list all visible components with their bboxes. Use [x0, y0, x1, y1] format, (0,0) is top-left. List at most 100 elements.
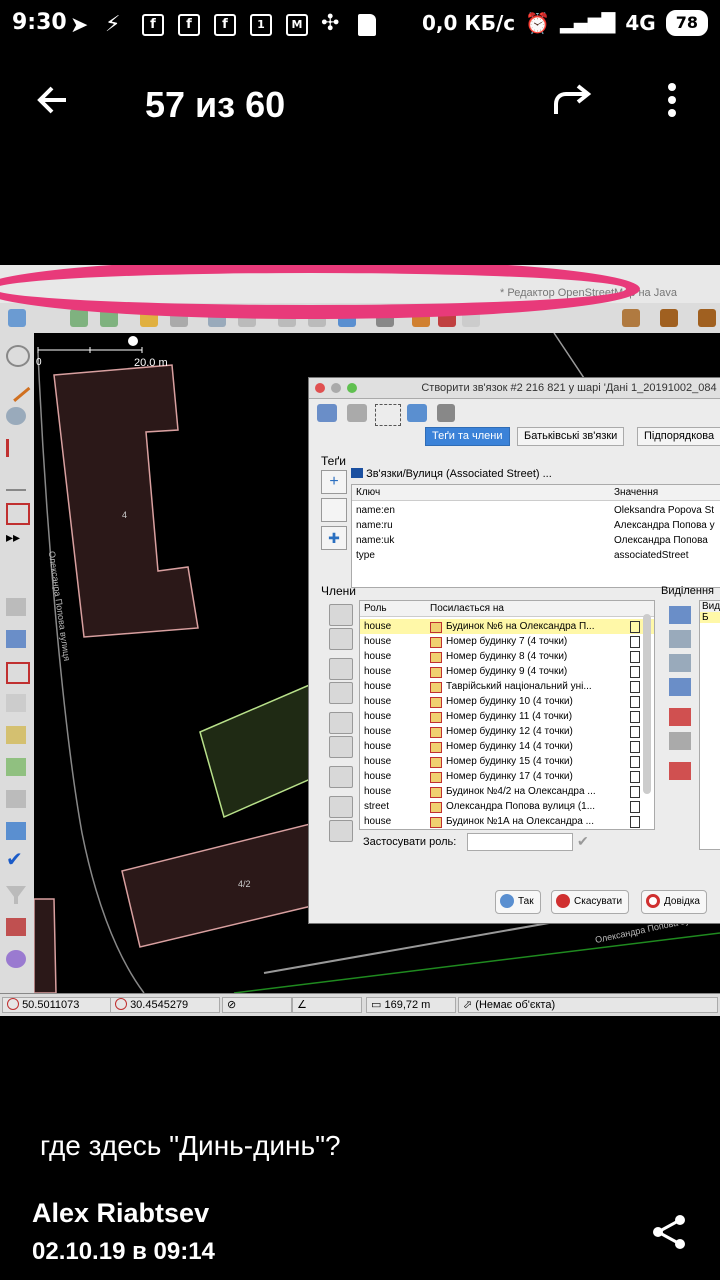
tab-child-relations[interactable]: Підпорядкова [637, 427, 720, 446]
close-icon[interactable] [315, 383, 325, 393]
table-row[interactable]: house Номер будинку 10 (4 точки) [360, 694, 654, 709]
forward-share-icon[interactable] [552, 82, 592, 128]
tags-table[interactable]: Ключ Значення name:en Oleksandra Popova S… [351, 484, 720, 588]
selection-item[interactable]: Б [700, 612, 720, 623]
back-arrow-icon[interactable] [36, 82, 72, 128]
table-row[interactable]: house Номер будинку 8 (4 точки) [360, 649, 654, 664]
cancel-button[interactable]: Скасувати [551, 890, 630, 914]
share-icon[interactable] [650, 1212, 690, 1252]
members-scrollbar[interactable] [643, 614, 651, 794]
table-row[interactable]: house Будинок №6 на Олександра П... [360, 619, 654, 634]
minimize-icon[interactable] [331, 383, 341, 393]
select-icon[interactable] [375, 404, 401, 426]
apply-icon[interactable] [347, 404, 367, 422]
relation-preset-icon [351, 468, 363, 478]
role-input[interactable] [467, 833, 573, 851]
add-tag-button[interactable]: + [321, 470, 347, 494]
paste-tags-button[interactable]: ✚ [321, 526, 347, 550]
tab-parent-relations[interactable]: Батьківські зв'язки [517, 427, 625, 446]
zoom-to-icon[interactable] [669, 762, 691, 780]
apply-role-check-icon[interactable]: ✔ [577, 833, 595, 849]
member-role: house [364, 651, 392, 662]
sort-button[interactable] [329, 712, 353, 734]
ok-button[interactable]: Так [495, 890, 541, 914]
remove-member-button[interactable] [329, 682, 353, 704]
filter-icon[interactable] [6, 886, 26, 904]
lasso-icon[interactable] [6, 345, 30, 367]
refresh-icon[interactable] [317, 404, 337, 422]
delete-icon[interactable] [437, 404, 455, 422]
edit-member-button[interactable] [329, 658, 353, 680]
add-selected-after-icon[interactable] [669, 654, 691, 672]
download-members-button[interactable] [329, 796, 353, 818]
author-name[interactable]: Alex Riabtsev [32, 1198, 209, 1229]
facebook-icon: f [178, 14, 200, 36]
member-reference: Номер будинку 17 (4 точки) [446, 771, 573, 782]
table-row[interactable]: name:uk Олександра Попова [352, 533, 720, 548]
table-row[interactable]: street Олександра Попова вулиця (1... [360, 799, 654, 814]
more-options-icon[interactable] [662, 82, 682, 118]
member-role: street [364, 801, 390, 812]
table-row[interactable]: house Будинок №1А на Олександра ... [360, 814, 654, 829]
table-row[interactable]: house Будинок №4/2 на Олександра ... [360, 784, 654, 799]
ruler-icon: ▭ [371, 999, 382, 1011]
status-time: 9:30 [12, 10, 67, 35]
check-icon[interactable]: ✔ [6, 850, 26, 870]
add-selected-before-icon[interactable] [669, 630, 691, 648]
expand-icon[interactable]: ▸▸ [6, 529, 26, 547]
reverse-button[interactable] [329, 766, 353, 788]
facebook-icon: f [142, 14, 164, 36]
selection-icon[interactable] [6, 694, 26, 712]
palette-icon[interactable] [6, 950, 26, 968]
draw-line-icon[interactable] [1, 373, 31, 402]
history-icon[interactable] [6, 758, 26, 776]
move-down-button[interactable] [329, 628, 353, 650]
validator-icon[interactable] [6, 726, 26, 744]
map-paint-icon[interactable] [6, 790, 26, 808]
table-row[interactable]: house Таврійський національний уні... [360, 679, 654, 694]
conflict-icon[interactable] [6, 822, 26, 840]
telegram-icon: ➤ [70, 13, 89, 38]
table-row[interactable]: house Номер будинку 17 (4 точки) [360, 769, 654, 784]
help-button[interactable]: Довідка [641, 890, 707, 914]
select-members-icon[interactable] [669, 708, 691, 726]
table-row[interactable]: house Номер будинку 14 (4 точки) [360, 739, 654, 754]
photo-content[interactable]: * Редактор OpenStreetMap на Java ▸▸ ✔ 0 … [0, 265, 720, 1017]
layers-icon[interactable] [6, 598, 26, 616]
delete-tag-button[interactable] [321, 498, 347, 522]
table-row[interactable]: house Номер будинку 9 (4 точки) [360, 664, 654, 679]
notes-icon[interactable] [6, 918, 26, 936]
sort-below-button[interactable] [329, 736, 353, 758]
table-row[interactable]: house Номер будинку 11 (4 точки) [360, 709, 654, 724]
zoom-icon[interactable] [6, 407, 26, 425]
add-selected-first-icon[interactable] [669, 606, 691, 624]
extrude-icon[interactable] [6, 503, 30, 525]
duplicate-icon[interactable] [407, 404, 427, 422]
download-incomplete-button[interactable] [329, 820, 353, 842]
table-row[interactable]: type associatedStreet [352, 548, 720, 563]
relation-icon[interactable] [6, 662, 30, 684]
member-type-icon [430, 772, 442, 783]
remove-selected-icon[interactable] [669, 732, 691, 750]
selection-table[interactable]: Виді Б [699, 600, 720, 850]
table-row[interactable]: name:en Oleksandra Popova St [352, 503, 720, 518]
battery-level: 78 [665, 10, 708, 36]
member-role: house [364, 741, 392, 752]
table-row[interactable]: name:ru Александра Попова у [352, 518, 720, 533]
column-header: Роль [364, 603, 387, 614]
table-row[interactable]: house Номер будинку 7 (4 точки) [360, 634, 654, 649]
tag-key: type [356, 550, 375, 561]
member-type-icon [430, 652, 442, 663]
facebook-icon: f [214, 14, 236, 36]
move-up-button[interactable] [329, 604, 353, 626]
add-selected-last-icon[interactable] [669, 678, 691, 696]
improve-way-icon[interactable] [6, 439, 29, 457]
table-row[interactable]: house Номер будинку 12 (4 точки) [360, 724, 654, 739]
tag-icon[interactable] [6, 630, 26, 648]
parallel-icon[interactable] [6, 471, 26, 491]
maximize-icon[interactable] [347, 383, 357, 393]
members-table[interactable]: Роль Посилається на house Будинок №6 на О… [359, 600, 655, 830]
tab-tags-members[interactable]: Теґи та члени [425, 427, 510, 446]
table-row[interactable]: house Номер будинку 15 (4 точки) [360, 754, 654, 769]
selection-group-label: Виділення [661, 585, 714, 597]
